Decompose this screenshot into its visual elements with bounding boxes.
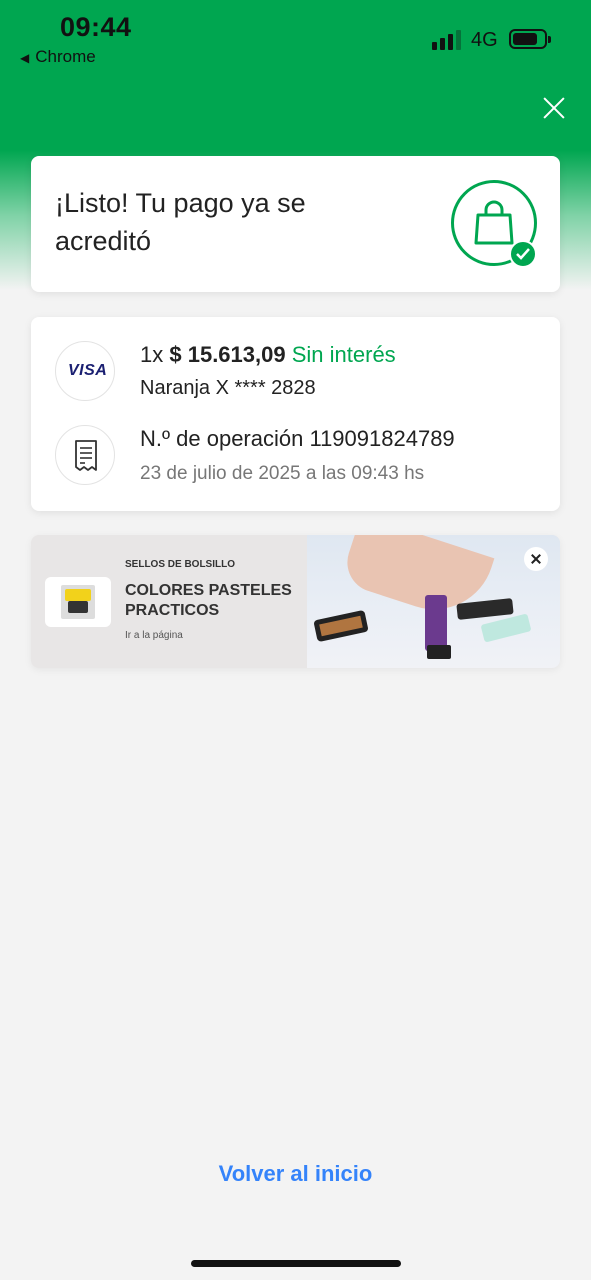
installments: 1x (140, 342, 164, 367)
signal-icon (432, 30, 462, 50)
interest-label: Sin interés (291, 342, 396, 367)
back-triangle-icon: ◀ (20, 51, 30, 65)
ad-eyebrow: SELLOS DE BOLSILLO (125, 559, 236, 570)
payment-amount: $ 15.613,09 (169, 342, 286, 367)
success-title: ¡Listo! Tu pago ya se acreditó (55, 188, 306, 256)
status-bar: 09:44 ◀ Chrome 4G (0, 0, 591, 80)
ad-product-image (307, 535, 560, 668)
payment-detail-card: VISA 1x $ 15.613,09 Sin interés Naranja … (31, 317, 560, 511)
card-brand: VISA (68, 362, 108, 379)
check-badge-icon (509, 240, 537, 268)
home-indicator[interactable] (191, 1260, 401, 1267)
network-label: 4G (471, 29, 498, 51)
ad-link[interactable]: Ir a la página (125, 630, 183, 641)
ad-thumbnail (45, 577, 111, 627)
card-info: Naranja X **** 2828 (140, 377, 316, 399)
ad-banner[interactable]: SELLOS DE BOLSILLO COLORES PASTELES PRAC… (31, 535, 560, 668)
back-to-home-link[interactable]: Volver al inicio (0, 1161, 591, 1187)
ad-title: COLORES PASTELES PRACTICOS (125, 582, 292, 619)
success-card: ¡Listo! Tu pago ya se acreditó (31, 156, 560, 292)
battery-icon (509, 29, 551, 49)
back-to-app-link[interactable]: ◀ Chrome (20, 47, 96, 67)
back-app-label: Chrome (35, 47, 96, 66)
receipt-icon (55, 425, 115, 485)
close-icon[interactable] (538, 92, 570, 124)
payment-amount-line: 1x $ 15.613,09 Sin interés (140, 342, 396, 368)
ad-close-icon[interactable] (524, 547, 548, 571)
payment-date: 23 de julio de 2025 a las 09:43 hs (140, 463, 425, 484)
status-time: 09:44 (60, 12, 132, 42)
visa-card-icon: VISA (55, 341, 115, 401)
operation-number: N.º de operación 119091824789 (140, 426, 455, 451)
